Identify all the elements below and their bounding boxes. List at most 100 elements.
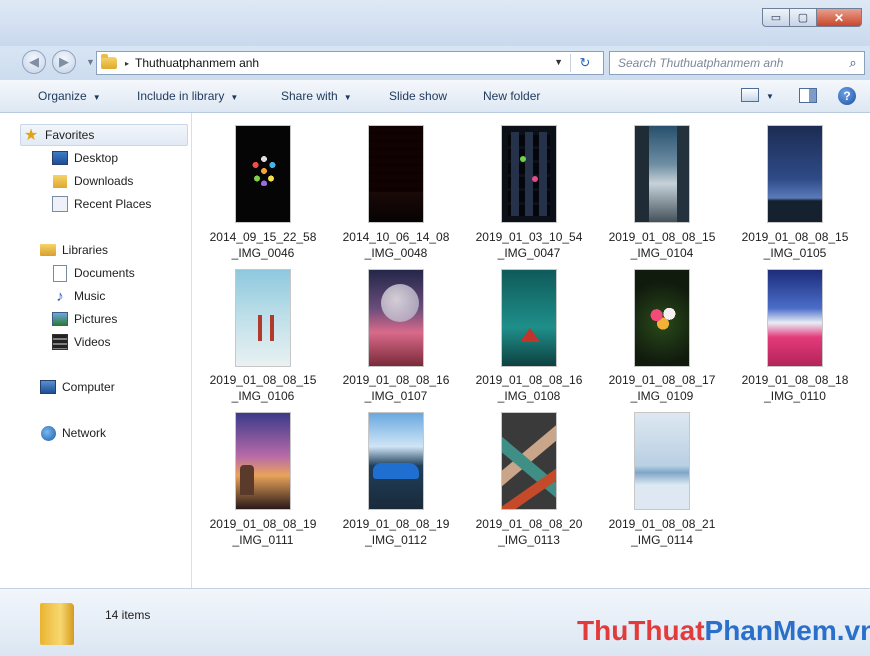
file-thumbnail[interactable]	[501, 269, 557, 367]
sidebar-item-documents[interactable]: Documents	[50, 262, 135, 284]
file-name[interactable]: 2019_01_08_08_19 _IMG_0111	[198, 516, 328, 548]
organize-button[interactable]: Organize ▼	[38, 89, 101, 103]
sidebar-item-label: Music	[74, 289, 106, 303]
address-bar[interactable]: ▸ Thuthuatphanmem anh ▼ ↻	[96, 51, 604, 75]
file-thumbnail[interactable]	[368, 269, 424, 367]
desktop-icon	[52, 150, 68, 166]
file-list: 2014_09_15_22_58 _IMG_0046 2014_10_06_14_…	[192, 113, 870, 588]
slide-show-button[interactable]: Slide show	[389, 89, 447, 103]
maximize-button[interactable]: ▢	[789, 8, 816, 27]
file-name[interactable]: 2019_01_08_08_18 _IMG_0110	[730, 372, 860, 404]
new-folder-button[interactable]: New folder	[483, 89, 540, 103]
sidebar-item-music[interactable]: ♪ Music	[50, 285, 105, 307]
sidebar-item-computer[interactable]: Computer	[40, 376, 115, 398]
window-controls: ▭ ▢ ✕	[762, 8, 862, 27]
file-thumbnail[interactable]	[767, 125, 823, 223]
address-history-dropdown[interactable]: ▼	[554, 57, 563, 67]
sidebar-item-label: Recent Places	[74, 197, 152, 211]
sidebar-item-recent-places[interactable]: Recent Places	[50, 193, 151, 215]
chevron-down-icon: ▼	[92, 93, 101, 102]
music-icon: ♪	[56, 287, 64, 305]
documents-icon	[52, 264, 68, 282]
change-view-icon[interactable]	[741, 88, 759, 102]
view-options-dropdown[interactable]: ▼	[766, 92, 774, 101]
file-name[interactable]: 2019_01_08_08_19 _IMG_0112	[331, 516, 461, 548]
file-name[interactable]: 2014_10_06_14_08 _IMG_0048	[331, 229, 461, 261]
sidebar-item-label: Libraries	[62, 243, 109, 257]
file-name[interactable]: 2019_01_08_08_15 _IMG_0104	[597, 229, 727, 261]
minimize-button[interactable]: ▭	[762, 8, 789, 27]
file-thumbnail[interactable]	[368, 125, 424, 223]
help-icon[interactable]: ?	[838, 87, 856, 105]
sidebar-item-label: Desktop	[74, 151, 119, 165]
refresh-button[interactable]: ↻	[570, 54, 599, 72]
sidebar-item-desktop[interactable]: Desktop	[50, 147, 118, 169]
watermark-part-2: PhanMem	[704, 615, 837, 646]
folder-icon	[101, 54, 117, 69]
sidebar-item-label: Pictures	[74, 312, 118, 326]
file-name[interactable]: 2019_01_08_08_16 _IMG_0107	[331, 372, 461, 404]
search-icon[interactable]: ⌕	[842, 55, 864, 71]
downloads-icon	[52, 173, 68, 189]
watermark-part-3: .vn	[836, 615, 870, 646]
file-name[interactable]: 2019_01_08_08_16 _IMG_0108	[464, 372, 594, 404]
sidebar-item-libraries[interactable]: Libraries	[40, 239, 108, 261]
sidebar-item-label: Videos	[74, 335, 111, 349]
watermark-logo: ThuThuatPhanMem.vn	[577, 615, 870, 647]
libraries-icon	[40, 242, 56, 258]
sidebar-item-label: Favorites	[45, 128, 95, 142]
forward-arrow-icon: ▶	[59, 54, 69, 69]
search-box[interactable]: Search Thuthuatphanmem anh ⌕	[609, 51, 865, 75]
breadcrumb-arrow-icon[interactable]: ▸	[125, 59, 129, 68]
sidebar-item-label: Downloads	[74, 174, 134, 188]
network-icon	[40, 425, 56, 441]
file-thumbnail[interactable]	[235, 125, 291, 223]
sidebar-item-network[interactable]: Network	[40, 422, 106, 444]
file-thumbnail[interactable]	[634, 125, 690, 223]
file-thumbnail[interactable]	[767, 269, 823, 367]
share-with-button[interactable]: Share with ▼	[281, 89, 352, 103]
chevron-down-icon: ▼	[343, 93, 352, 102]
star-icon: ★	[23, 127, 39, 144]
breadcrumb-current-folder[interactable]: Thuthuatphanmem anh	[135, 56, 259, 70]
preview-pane-icon[interactable]	[799, 88, 817, 103]
file-thumbnail[interactable]	[235, 269, 291, 367]
file-thumbnail[interactable]	[501, 412, 557, 510]
title-bar: ▭ ▢ ✕	[0, 0, 870, 46]
file-name[interactable]: 2014_09_15_22_58 _IMG_0046	[198, 229, 328, 261]
sidebar-item-downloads[interactable]: Downloads	[50, 170, 133, 192]
close-button[interactable]: ✕	[816, 8, 862, 27]
recent-places-icon	[52, 196, 68, 212]
file-name[interactable]: 2019_01_08_08_20 _IMG_0113	[464, 516, 594, 548]
navigation-bar: ◀ ▶ ▼ ▸ Thuthuatphanmem anh ▼ ↻ Search T…	[0, 46, 870, 80]
command-bar: Organize ▼ Include in library ▼ Share with…	[0, 80, 870, 113]
file-name[interactable]: 2019_01_08_08_15 _IMG_0106	[198, 372, 328, 404]
include-in-library-button[interactable]: Include in library ▼	[137, 89, 238, 103]
file-thumbnail[interactable]	[235, 412, 291, 510]
sidebar-item-label: Documents	[74, 266, 135, 280]
file-thumbnail[interactable]	[501, 125, 557, 223]
sidebar-item-videos[interactable]: Videos	[50, 331, 110, 353]
sidebar-item-favorites[interactable]: ★ Favorites	[20, 124, 188, 146]
share-with-label: Share with	[281, 89, 338, 103]
file-thumbnail[interactable]	[368, 412, 424, 510]
back-button[interactable]: ◀	[22, 50, 46, 74]
include-in-library-label: Include in library	[137, 89, 225, 103]
file-thumbnail[interactable]	[634, 269, 690, 367]
search-input[interactable]: Search Thuthuatphanmem anh	[618, 56, 842, 70]
sidebar-item-pictures[interactable]: Pictures	[50, 308, 117, 330]
file-name[interactable]: 2019_01_08_08_21 _IMG_0114	[597, 516, 727, 548]
recent-pages-dropdown[interactable]: ▼	[86, 57, 95, 67]
file-thumbnail[interactable]	[634, 412, 690, 510]
file-name[interactable]: 2019_01_03_10_54 _IMG_0047	[464, 229, 594, 261]
chevron-down-icon: ▼	[230, 93, 239, 102]
sidebar-item-label: Computer	[62, 380, 115, 394]
item-count: 14 items	[105, 608, 151, 622]
file-name[interactable]: 2019_01_08_08_15 _IMG_0105	[730, 229, 860, 261]
pictures-icon	[52, 311, 68, 327]
organize-label: Organize	[38, 89, 87, 103]
details-pane: 14 items ThuThuatPhanMem.vn	[0, 588, 870, 656]
videos-icon	[52, 334, 68, 350]
forward-button[interactable]: ▶	[52, 50, 76, 74]
file-name[interactable]: 2019_01_08_08_17 _IMG_0109	[597, 372, 727, 404]
